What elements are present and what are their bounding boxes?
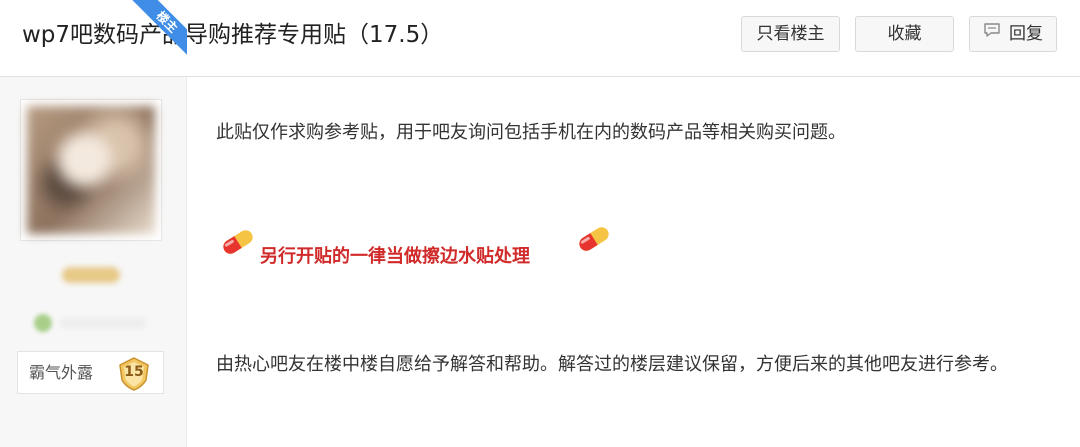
op-badge-label: 楼主 bbox=[132, 0, 187, 55]
speech-bubble-icon bbox=[983, 16, 1001, 50]
post-paragraph-3: 由热心吧友在楼中楼自愿给予解答和帮助。解答过的楼层建议保留，方便后来的其他吧友进… bbox=[216, 354, 1008, 375]
pill-capsule-icon bbox=[579, 227, 609, 251]
reply-button[interactable]: 回复 bbox=[969, 16, 1057, 52]
avatar[interactable] bbox=[20, 99, 162, 241]
highlight-notice: 另行开贴的一律当做擦边水贴处理 bbox=[260, 246, 530, 267]
op-corner-badge: 楼主 bbox=[132, 0, 187, 55]
level-badge-box[interactable]: 霸气外露 15 bbox=[17, 351, 164, 394]
level-number: 15 bbox=[124, 364, 144, 380]
avatar-image bbox=[27, 106, 155, 234]
thread-title: wp7吧数码产品导购推荐专用贴（17.5） bbox=[22, 22, 444, 48]
author-info-blurred bbox=[60, 317, 146, 329]
only-op-button[interactable]: 只看楼主 bbox=[741, 16, 840, 52]
author-sidebar: 霸气外露 15 bbox=[0, 77, 187, 447]
author-status-dot bbox=[34, 314, 52, 332]
post-paragraph-1: 此贴仅作求购参考贴，用于吧友询问包括手机在内的数码产品等相关购买问题。 bbox=[216, 122, 846, 143]
favorite-button[interactable]: 收藏 bbox=[855, 16, 954, 52]
reply-button-label: 回复 bbox=[1009, 24, 1043, 44]
honor-title: 霸气外露 bbox=[29, 363, 94, 382]
author-name-blurred[interactable] bbox=[62, 267, 120, 283]
pill-capsule-icon bbox=[223, 230, 253, 254]
